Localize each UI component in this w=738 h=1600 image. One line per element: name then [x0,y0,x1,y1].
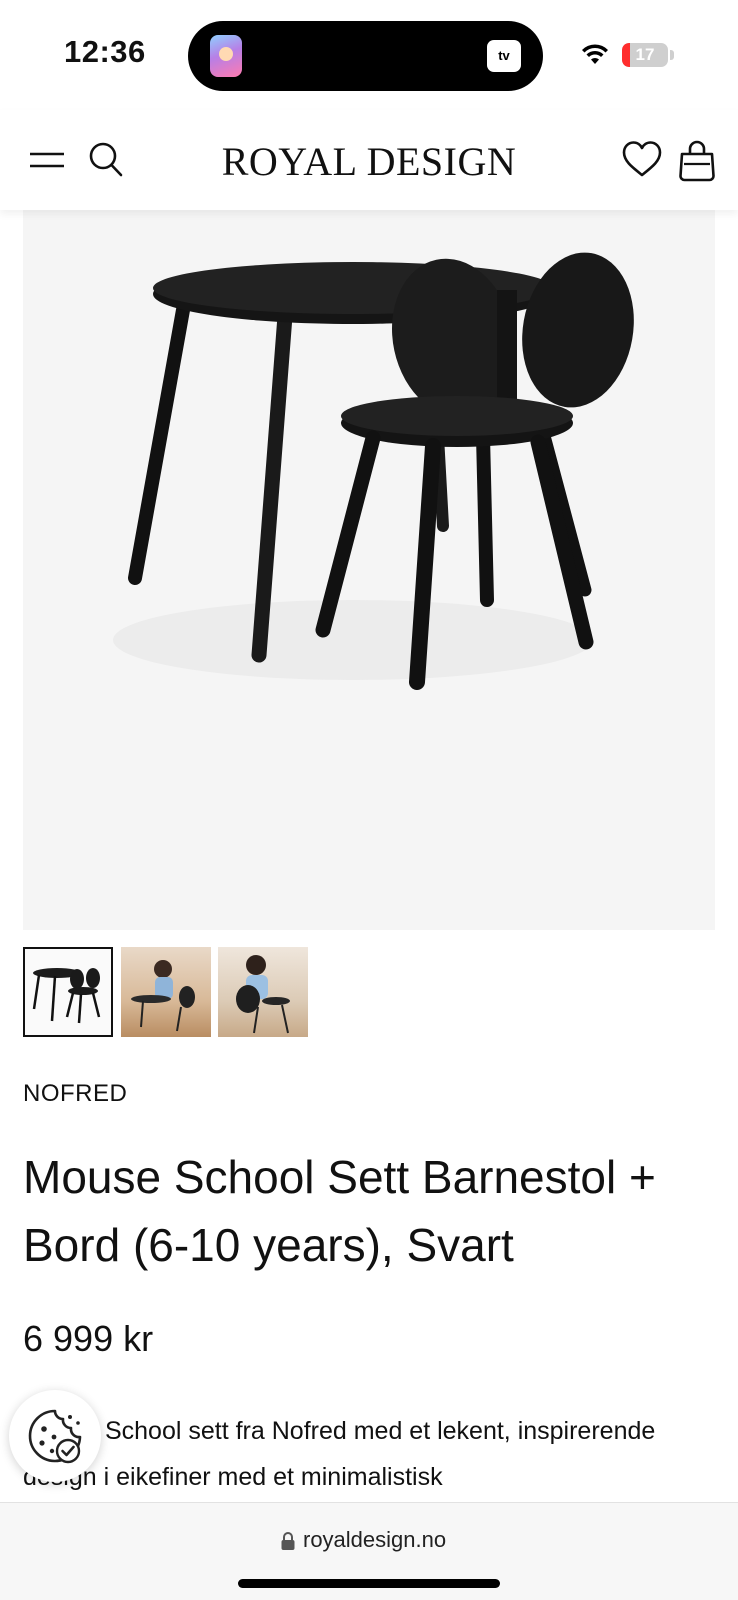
battery-icon: 17 [622,43,668,67]
product-brand[interactable]: NOFRED [23,1080,127,1108]
cookie-icon [28,1409,82,1464]
product-description: Mouse School sett fra Nofred med et leke… [23,1417,656,1491]
dynamic-island[interactable]: tv [188,21,543,91]
thumbnail-table-chair [32,968,101,1024]
thumbnail-2[interactable] [121,947,211,1037]
site-logo[interactable]: ROYAL DESIGN [170,138,568,185]
lock-icon [281,1532,295,1550]
battery-level: 17 [635,45,655,64]
apple-tv-label: tv [498,48,510,63]
product-title: Mouse School Sett Barnestol + Bord (6-10… [23,1151,656,1271]
product-main-image[interactable] [23,210,715,930]
home-indicator[interactable] [238,1579,500,1588]
thumbnail-child-photo-1 [131,960,195,1032]
apple-tv-icon: tv [487,40,521,72]
search-icon[interactable] [88,140,124,180]
product-price: 6 999 kr [23,1318,154,1359]
url-text[interactable]: royaldesign.no [303,1527,446,1553]
status-time: 12:36 [64,34,146,69]
thumbnail-3[interactable] [218,947,308,1037]
app-icon [210,35,242,77]
heart-icon[interactable] [622,140,662,180]
wifi-icon [582,44,608,64]
menu-icon[interactable] [30,145,64,175]
bag-icon[interactable] [678,138,716,182]
status-bar: 12:36 tv 17 [0,0,738,110]
page: 12:36 tv 17 ROYAL DESIGN NOFRED Mouse Sc… [0,0,738,1600]
thumbnail-1[interactable] [23,947,113,1037]
site-header: ROYAL DESIGN [0,110,738,210]
browser-address-bar[interactable]: royaldesign.no [0,1502,738,1600]
thumbnail-child-photo-2 [236,955,290,1034]
table-chair-illustration [113,252,634,690]
cookie-settings-button[interactable] [9,1390,101,1482]
battery-cap [670,50,674,60]
